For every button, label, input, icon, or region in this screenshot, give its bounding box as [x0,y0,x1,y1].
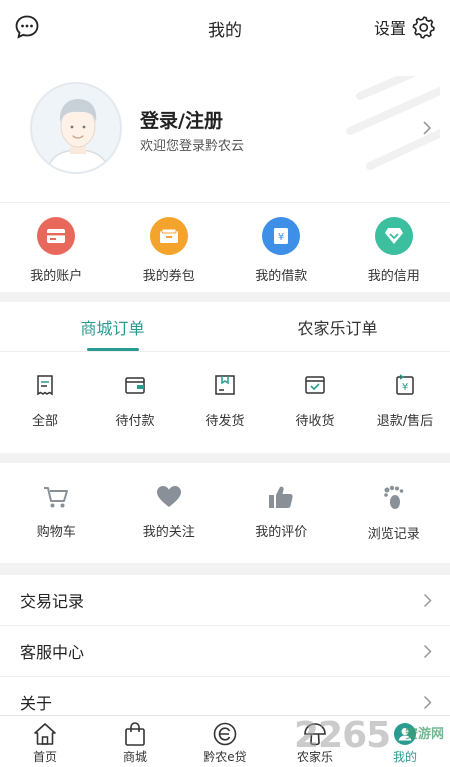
all-orders-button[interactable]: 全部 [0,352,90,452]
tab-mall-orders-label: 商城订单 [80,318,145,338]
my-loans-label: 我的借款 [255,269,308,284]
menu-item-label: 关于 [20,694,53,713]
refund-aftersale-button[interactable]: ¥ 退款/售后 [360,352,450,452]
shopping-bag-icon [125,722,145,746]
orders-section: 商城订单 农家乐订单 全部 待付款 待发货 待收货 ¥ 退款/售后 [0,302,450,453]
top-bar: 我的 设置 [0,0,450,56]
all-orders-icon [37,375,53,396]
pending-receipt-button[interactable]: 待收货 [270,352,360,452]
delivery-icon [305,376,325,394]
all-orders-label: 全部 [31,414,58,429]
pending-shipment-label: 待发货 [205,414,245,429]
diamond-icon [374,217,413,255]
menu-item-label: 客服中心 [20,643,85,662]
welcome-text: 欢迎您登录黔农云 [140,139,245,154]
profile-section[interactable]: 登录/注册 欢迎您登录黔农云 [0,56,450,202]
browse-history-button[interactable]: 浏览记录 [338,463,450,563]
login-register-link[interactable]: 登录/注册 [140,106,223,133]
my-coupons-button[interactable]: 我的券包 [113,203,226,292]
my-credit-label: 我的信用 [367,269,420,284]
avatar[interactable] [30,82,122,174]
my-credit-button[interactable]: 我的信用 [338,203,450,292]
order-status-row: 全部 待付款 待发货 待收货 ¥ 退款/售后 [0,352,450,452]
heart-icon [156,486,181,507]
browse-history-label: 浏览记录 [367,527,420,542]
tab-home[interactable]: 首页 [0,716,90,767]
my-account-label: 我的账户 [30,269,83,284]
svg-text:¥: ¥ [402,382,408,393]
profile-icon [394,723,416,745]
tab-mall-orders[interactable]: 商城订单 [0,302,225,351]
my-reviews-button[interactable]: 我的评价 [225,463,338,563]
settings-button[interactable]: 设置 [374,14,436,40]
package-icon [215,375,235,395]
menu-list: 交易记录 客服中心 关于 [0,575,450,715]
svg-text:¥: ¥ [278,232,284,243]
menu-item-transactions[interactable]: 交易记录 [0,575,450,626]
chevron-right-icon [423,644,432,658]
tab-me[interactable]: 我的 [360,716,450,767]
my-follows-label: 我的关注 [142,525,195,540]
chevron-right-icon [423,593,432,607]
menu-item-customer-service[interactable]: 客服中心 [0,626,450,677]
my-loans-button[interactable]: ¥ 我的借款 [225,203,338,292]
default-avatar-icon [46,99,110,172]
pending-receipt-label: 待收货 [295,414,335,429]
menu-item-about[interactable]: 关于 [0,677,450,715]
thumbs-up-icon [269,486,293,508]
tab-farmstay-orders-label: 农家乐订单 [297,318,378,338]
tab-mall[interactable]: 商城 [90,716,180,767]
settings-label: 设置 [373,19,406,38]
refund-aftersale-label: 退款/售后 [376,414,434,429]
footprint-icon [383,485,404,509]
tab-mall-label: 商城 [122,750,147,764]
tab-loan-label: 黔农e贷 [203,750,247,764]
cart-button[interactable]: 购物车 [0,463,113,563]
loan-e-icon [213,722,237,746]
card-icon [37,217,76,255]
tab-me-label: 我的 [392,750,417,764]
refund-icon: ¥ [396,374,414,395]
order-tabs: 商城订单 农家乐订单 [0,302,450,352]
wallet-row: 我的账户 我的券包 ¥ 我的借款 我的信用 [0,202,450,292]
coupon-icon [149,217,188,255]
wallet-icon [125,377,145,394]
my-follows-button[interactable]: 我的关注 [113,463,226,563]
bottom-tab-bar: 首页 商城 黔农e贷 农家乐 我的 [0,715,450,767]
my-coupons-label: 我的券包 [142,269,195,284]
my-reviews-label: 我的评价 [255,525,308,540]
tab-farmstay[interactable]: 农家乐 [270,716,360,767]
gear-icon [412,16,435,39]
pending-shipment-button[interactable]: 待发货 [180,352,270,452]
mushroom-icon [304,723,326,746]
tab-farmstay-label: 农家乐 [296,750,333,764]
chevron-right-icon [423,695,432,709]
cart-icon [44,487,69,508]
loan-icon: ¥ [262,217,301,255]
tab-farmstay-orders[interactable]: 农家乐订单 [225,302,450,351]
tab-home-label: 首页 [32,750,57,764]
active-tab-indicator [86,348,139,351]
my-account-button[interactable]: 我的账户 [0,203,113,292]
tab-loan[interactable]: 黔农e贷 [180,716,270,767]
pending-payment-label: 待付款 [115,414,155,429]
pending-payment-button[interactable]: 待付款 [90,352,180,452]
home-icon [34,723,56,745]
cart-label: 购物车 [36,525,76,540]
shortcuts-row: 购物车 我的关注 我的评价 浏览记录 [0,463,450,563]
chevron-right-icon [423,121,432,135]
menu-item-label: 交易记录 [20,592,85,611]
